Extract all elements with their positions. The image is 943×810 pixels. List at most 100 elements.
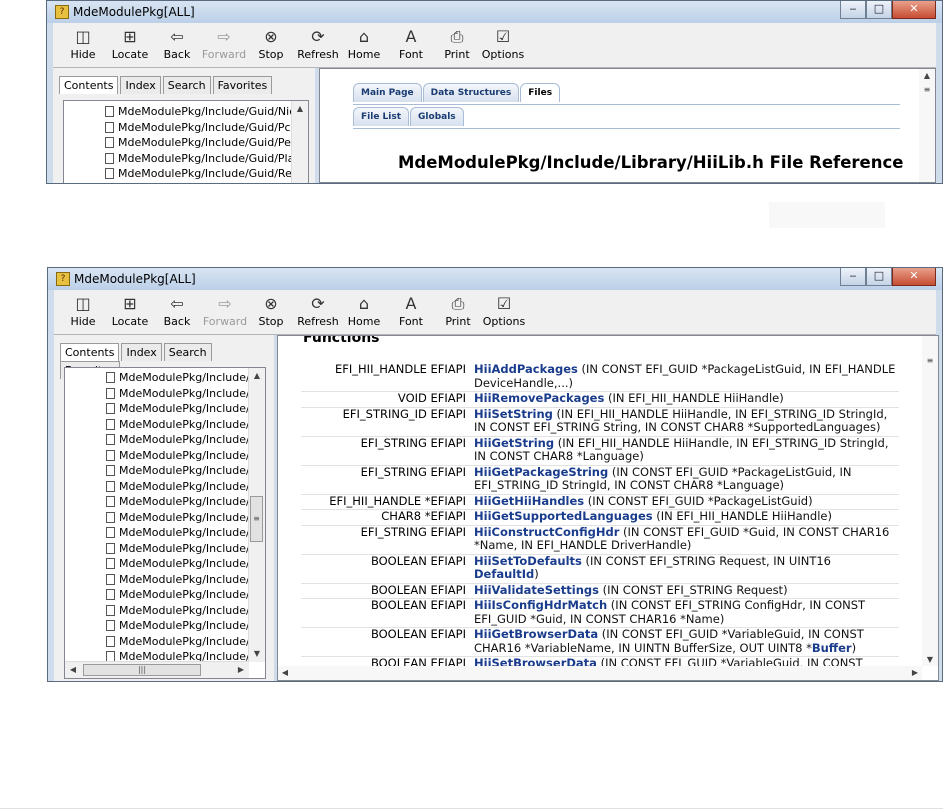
tree-item[interactable]: MdeModulePkg/Include/G [65,525,265,541]
stop-button[interactable]: ⊗ Stop [248,27,294,61]
tab-contents[interactable]: Contents [60,343,120,361]
scroll-down-arrow-icon[interactable]: ▼ [922,655,938,664]
function-link[interactable]: HiiValidateSettings [474,583,599,597]
tree-item[interactable]: MdeModulePkg/Include/G [65,479,265,495]
function-link[interactable]: HiiGetPackageString [474,465,608,479]
function-link[interactable]: HiiAddPackages [474,362,578,376]
forward-button[interactable]: ⇨ Forward [201,27,247,61]
tree-item[interactable]: MdeModulePkg/Include/G [65,448,265,464]
tab-index[interactable]: Index [120,76,161,94]
scroll-up-arrow-icon[interactable]: ▲ [919,71,935,80]
maximize-button[interactable]: □ [866,1,892,19]
content-horizontal-scrollbar[interactable]: ◀ ▶ [278,666,922,680]
function-link[interactable]: HiiSetString [474,407,553,421]
content-vertical-scrollbar[interactable]: ≡ ▼ [922,336,938,666]
tree-item[interactable]: MdeModulePkg/Include/Guid/Niclp4 [64,104,308,120]
refresh-button[interactable]: ⟳ Refresh [295,294,341,328]
forward-button[interactable]: ⇨ Forward [202,294,248,328]
font-button[interactable]: A Font [388,294,434,328]
contents-tree[interactable]: MdeModulePkg/Include/Guid/Niclp4 MdeModul… [63,100,309,184]
tree-item[interactable]: MdeModulePkg/Include/G [65,401,265,417]
tree-item-label: MdeModulePkg/Include/G [119,386,259,400]
home-button[interactable]: ⌂ Home [341,27,387,61]
tree-item[interactable]: MdeModulePkg/Include/G [65,463,265,479]
print-button[interactable]: ⎙ Print [434,27,480,61]
tree-vertical-scrollbar[interactable]: ▲ ≡ ▼ [248,368,265,662]
param-link[interactable]: Buffer [812,641,852,655]
tree-item[interactable]: MdeModulePkg/Include/G [65,603,265,619]
locate-button[interactable]: ⊞ Locate [107,27,153,61]
content-vertical-scrollbar[interactable]: ▲ ≡ [919,69,935,182]
tree-item[interactable]: MdeModulePkg/Include/G [65,572,265,588]
font-button[interactable]: A Font [388,27,434,61]
hide-button[interactable]: ◫ Hide [60,294,106,328]
tree-horizontal-scrollbar[interactable]: ◀ ||| ▶ [65,661,249,678]
function-link[interactable]: HiiSetToDefaults [474,554,582,568]
tree-hscroll-thumb[interactable]: ||| [83,664,201,676]
tab-search[interactable]: Search [162,76,211,94]
close-button[interactable]: ✕ [892,268,936,286]
function-link[interactable]: HiiRemovePackages [474,391,604,405]
doc-tab-main-page[interactable]: Main Page [353,83,422,102]
param-link[interactable]: DefaultId [474,567,534,581]
scroll-left-arrow-icon[interactable]: ◀ [278,666,292,680]
tree-item[interactable]: MdeModulePkg/Include/Guid/Smbi [64,182,308,184]
tree-item[interactable]: MdeModulePkg/Include/G [65,587,265,603]
tree-item[interactable]: MdeModulePkg/Include/G [65,386,265,402]
scroll-right-arrow-icon[interactable]: ▶ [233,662,249,678]
tree-item[interactable]: MdeModulePkg/Include/Guid/Perfor [64,135,308,151]
contents-tree[interactable]: MdeModulePkg/Include/G MdeModulePkg/Inclu… [64,367,266,679]
title-bar[interactable]: ? MdeModulePkg[ALL] ‒ □ ✕ [48,268,942,290]
tree-item[interactable]: MdeModulePkg/Include/Guid/PlatDri [64,151,308,167]
scroll-up-arrow-icon[interactable]: ▲ [249,368,265,384]
return-type: CHAR8 *EFIAPI [301,509,474,526]
function-link[interactable]: HiiGetSupportedLanguages [474,509,653,523]
back-button[interactable]: ⇦ Back [154,27,200,61]
tree-item[interactable]: MdeModulePkg/Include/G [65,494,265,510]
options-button[interactable]: ☑ Options [480,27,526,61]
doc-tab-files[interactable]: Files [520,83,561,102]
doc-tab-data-structures[interactable]: Data Structures [422,83,520,102]
scroll-left-arrow-icon[interactable]: ◀ [65,662,81,678]
tree-item[interactable]: MdeModulePkg/Include/LI [65,634,265,650]
minimize-button[interactable]: ‒ [840,268,866,286]
doc-tab-file-list[interactable]: File List [353,107,410,126]
hide-button[interactable]: ◫ Hide [60,27,106,61]
refresh-button[interactable]: ⟳ Refresh [295,27,341,61]
tree-item[interactable]: MdeModulePkg/Include/Guid/PcdDa [64,120,308,136]
close-button[interactable]: ✕ [892,1,936,19]
tree-item[interactable]: MdeModulePkg/Include/G [65,432,265,448]
function-link[interactable]: HiiGetString [474,436,554,450]
locate-button[interactable]: ⊞ Locate [107,294,153,328]
tree-scroll-thumb[interactable]: ≡ [250,496,263,542]
tab-favorites[interactable]: Favorites [212,76,273,94]
doc-tab-globals[interactable]: Globals [410,107,464,126]
tab-search[interactable]: Search [163,343,212,361]
function-link[interactable]: HiiGetBrowserData [474,627,598,641]
scroll-down-arrow-icon[interactable]: ▼ [249,646,265,662]
function-link[interactable]: HiiGetHiiHandles [474,494,584,508]
tree-item[interactable]: MdeModulePkg/Include/Guid/Recov [64,166,308,182]
function-args: (IN CONST EFI_STRING Request, IN UINT16 [581,553,831,568]
tab-index[interactable]: Index [121,343,162,361]
scroll-up-arrow-icon[interactable]: ▲ [292,101,308,117]
back-button[interactable]: ⇦ Back [154,294,200,328]
stop-button[interactable]: ⊗ Stop [248,294,294,328]
title-bar[interactable]: ? MdeModulePkg[ALL] ‒ □ ✕ [47,1,942,23]
print-button[interactable]: ⎙ Print [435,294,481,328]
function-link[interactable]: HiiIsConfigHdrMatch [474,598,607,612]
tree-item[interactable]: MdeModulePkg/Include/G [65,417,265,433]
tree-item[interactable]: MdeModulePkg/Include/G [65,370,265,386]
tree-item[interactable]: MdeModulePkg/Include/LI [65,618,265,634]
options-button[interactable]: ☑ Options [481,294,527,328]
tree-vertical-scrollbar[interactable]: ▲ [291,101,308,183]
tree-item[interactable]: MdeModulePkg/Include/G [65,556,265,572]
function-link[interactable]: HiiConstructConfigHdr [474,525,619,539]
scroll-right-arrow-icon[interactable]: ▶ [908,666,922,680]
tree-item[interactable]: MdeModulePkg/Include/G [65,541,265,557]
minimize-button[interactable]: ‒ [840,1,866,19]
tree-item[interactable]: MdeModulePkg/Include/G [65,510,265,526]
home-button[interactable]: ⌂ Home [341,294,387,328]
maximize-button[interactable]: □ [866,268,892,286]
tab-contents[interactable]: Contents [59,76,119,94]
